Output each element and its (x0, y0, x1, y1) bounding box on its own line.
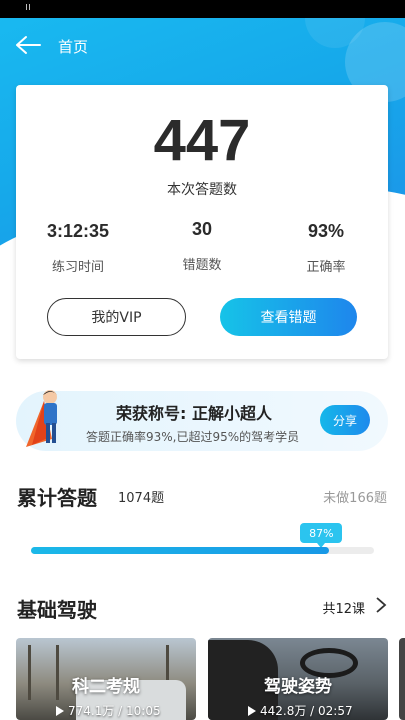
total-answers-title: 累计答题 (17, 486, 97, 510)
superhero-icon (26, 390, 57, 447)
total-answers-count: 1074题 (118, 491, 165, 506)
honor-title: 荣获称号: 正解小超人 (116, 404, 272, 423)
answered-count: 447 (153, 108, 251, 173)
stat-value: 30 (191, 219, 213, 239)
status-bar (0, 0, 405, 18)
honor-banner: 荣获称号: 正解小超人 答题正确率93%,已超过95%的驾考学员 分享 (16, 390, 388, 451)
course-card[interactable]: 驾驶姿势 442.8万 / 02:57 (208, 638, 388, 720)
honor-description: 答题正确率93%,已超过95%的驾考学员 (86, 430, 300, 444)
progress-fill (31, 547, 330, 554)
stat-accuracy: 93% 正确率 (266, 221, 386, 275)
course-meta-text: 442.8万 / 02:57 (260, 704, 353, 718)
lesson-count[interactable]: 共12课 (322, 598, 365, 617)
stat-mistakes: 30 错题数 (142, 219, 262, 273)
summary-card: 447 本次答题数 3:12:35 练习时间 30 错题数 93% 正确率 我的… (16, 85, 388, 359)
stat-label: 练习时间 (51, 260, 104, 275)
view-mistakes-button[interactable]: 查看错题 (220, 298, 357, 336)
stat-label: 正确率 (306, 260, 346, 275)
progress-badge: 87% (300, 523, 343, 548)
my-vip-button[interactable]: 我的VIP (47, 298, 186, 336)
course-name: 科二考规 (72, 677, 140, 697)
back-arrow-icon[interactable] (14, 34, 42, 56)
play-icon (56, 706, 64, 716)
course-card-partial[interactable] (399, 638, 405, 720)
basic-driving-title: 基础驾驶 (17, 598, 97, 622)
stat-practice-time: 3:12:35 练习时间 (18, 221, 138, 275)
stat-value: 93% (307, 221, 345, 241)
share-button[interactable]: 分享 (320, 405, 370, 435)
answered-label: 本次答题数 (167, 182, 237, 198)
status-mark (26, 4, 27, 10)
course-meta: 774.1万 / 10:05 (56, 702, 161, 719)
stat-value: 3:12:35 (46, 221, 110, 241)
progress-bar (31, 547, 374, 554)
status-mark (29, 4, 30, 10)
course-meta-text: 774.1万 / 10:05 (68, 704, 161, 718)
course-name: 驾驶姿势 (264, 677, 332, 697)
chevron-right-icon[interactable] (375, 596, 387, 614)
stat-label: 错题数 (182, 258, 222, 273)
play-icon (248, 706, 256, 716)
course-meta: 442.8万 / 02:57 (248, 702, 353, 719)
top-bar: 首页 (0, 28, 405, 62)
course-card[interactable]: 科二考规 774.1万 / 10:05 (16, 638, 196, 720)
undone-count: 未做166题 (323, 491, 387, 506)
back-label[interactable]: 首页 (58, 36, 88, 57)
